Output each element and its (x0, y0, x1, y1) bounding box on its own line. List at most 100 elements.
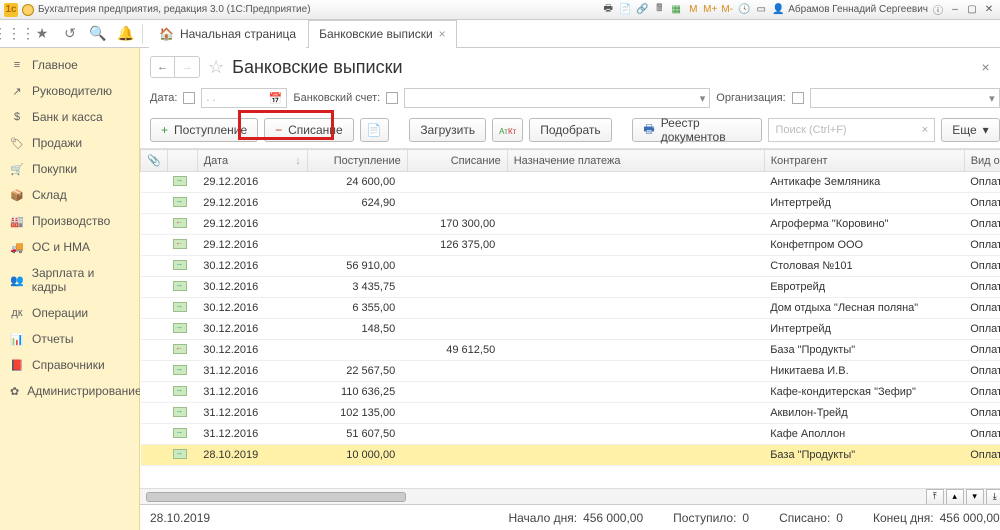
col-op[interactable]: Вид о (964, 150, 1000, 172)
col-attach[interactable]: 📎 (141, 150, 168, 172)
col-purpose[interactable]: Назначение платежа (507, 150, 764, 172)
chevron-down-icon: ▾ (700, 92, 706, 105)
close-window-icon[interactable]: ✕ (982, 3, 996, 17)
dtkt-button[interactable]: АтКт (492, 118, 523, 142)
table-row[interactable]: 31.12.2016102 135,00Аквилон-ТрейдОплат (141, 403, 1000, 424)
table-row[interactable]: 29.12.2016126 375,00Конфетпром ООООплат (141, 235, 1000, 256)
calc-icon[interactable]: 🖩 (652, 3, 666, 17)
cell-contr: Никитаева И.В. (764, 361, 964, 382)
table-row[interactable]: 30.12.201649 612,50База "Продукты"Оплат (141, 340, 1000, 361)
clock-icon[interactable]: 🕓 (737, 3, 751, 17)
sidebar-item-stock[interactable]: 📦Склад (0, 182, 139, 208)
sidebar-item-sales[interactable]: 🏷Продажи (0, 130, 139, 156)
sidebar-item-assets[interactable]: 🚚ОС и НМА (0, 234, 139, 260)
doc-icon (173, 176, 187, 186)
table-row[interactable]: 31.12.201622 567,50Никитаева И.В.Оплат (141, 361, 1000, 382)
date-checkbox[interactable] (183, 92, 195, 104)
search-input[interactable]: Поиск (Ctrl+F)× (768, 118, 935, 142)
sidebar-item-main[interactable]: ≡Главное (0, 52, 139, 78)
scroll-thumb[interactable] (146, 492, 406, 502)
maximize-icon[interactable]: ▢ (965, 3, 979, 17)
nav-back[interactable]: ← (151, 57, 175, 77)
close-page-icon[interactable]: × (982, 59, 990, 75)
cell-purpose (507, 361, 764, 382)
org-select[interactable]: ▾ (810, 88, 1000, 108)
tab-close-icon[interactable]: × (439, 27, 446, 41)
sidebar-item-hr[interactable]: 👥Зарплата и кадры (0, 260, 139, 300)
doc-icon (173, 239, 187, 249)
pick-button[interactable]: Подобрать (529, 118, 611, 142)
sidebar-item-refs[interactable]: 📕Справочники (0, 352, 139, 378)
table-row[interactable]: 29.12.2016624,90ИнтертрейдОплат (141, 193, 1000, 214)
h-scrollbar[interactable]: ⤒ ▴ ▾ ⤓ (140, 488, 1000, 504)
search-icon[interactable]: 🔍 (84, 20, 112, 48)
history-icon[interactable]: ↺ (56, 20, 84, 48)
m-minus-icon[interactable]: M- (720, 3, 734, 17)
sidebar-item-reports[interactable]: 📊Отчеты (0, 326, 139, 352)
table-row[interactable]: 30.12.20163 435,75ЕвротрейдОплат (141, 277, 1000, 298)
info-icon[interactable]: ⓘ (931, 3, 945, 17)
table-row[interactable]: 29.12.201624 600,00Антикафе ЗемляникаОпл… (141, 172, 1000, 193)
save-icon[interactable]: 📄 (618, 3, 632, 17)
print-icon[interactable]: 🖶 (601, 3, 615, 17)
minimize-icon[interactable]: – (948, 3, 962, 17)
org-checkbox[interactable] (792, 92, 804, 104)
more-button[interactable]: Еще▾ (941, 118, 999, 142)
table-row[interactable]: 28.10.201910 000,00База "Продукты"Оплат (141, 445, 1000, 466)
sidebar-item-manager[interactable]: ↗Руководителю (0, 78, 139, 104)
registry-button[interactable]: 🖶Реестр документов (632, 118, 762, 142)
link-icon[interactable]: 🔗 (635, 3, 649, 17)
date-input[interactable]: . .📅 (201, 88, 287, 108)
table-row[interactable]: 31.12.201651 607,50Кафе АполлонОплат (141, 424, 1000, 445)
sidebar-item-admin[interactable]: ✿Администрирование (0, 378, 139, 404)
statements-table[interactable]: 📎 Дата ↓ Поступление Списание Назначение… (140, 149, 1000, 466)
tab-bank-statements[interactable]: Банковские выписки × (308, 20, 457, 48)
cell-purpose (507, 403, 764, 424)
scroll-bottom-button[interactable]: ⤓ (986, 489, 1000, 505)
table-row[interactable]: 29.12.2016170 300,00Агроферма "Коровино"… (141, 214, 1000, 235)
apps-icon[interactable]: ⋮⋮⋮ (0, 20, 28, 48)
add-income-button[interactable]: +Поступление (150, 118, 258, 142)
table-row[interactable]: 31.12.2016110 636,25Кафе-кондитерская "З… (141, 382, 1000, 403)
sidebar-item-ops[interactable]: дкОперации (0, 300, 139, 326)
sidebar-item-buy[interactable]: 🛒Покупки (0, 156, 139, 182)
sidebar-item-prod[interactable]: 🏭Производство (0, 208, 139, 234)
m-plus-icon[interactable]: M+ (703, 3, 717, 17)
nav-fwd[interactable]: → (175, 57, 199, 77)
tab-home[interactable]: 🏠 Начальная страница (149, 20, 306, 48)
col-contr[interactable]: Контрагент (764, 150, 964, 172)
table-row[interactable]: 30.12.2016148,50ИнтертрейдОплат (141, 319, 1000, 340)
separator (142, 24, 143, 44)
table-row[interactable]: 30.12.201656 910,00Столовая №101Оплат (141, 256, 1000, 277)
calendar-icon[interactable]: ▦ (669, 3, 683, 17)
col-date[interactable]: Дата ↓ (197, 150, 307, 172)
cell-date: 30.12.2016 (197, 298, 307, 319)
title-bar: 1c Бухгалтерия предприятия, редакция 3.0… (0, 0, 1000, 20)
calendar-icon[interactable]: 📅 (269, 92, 283, 105)
scroll-top-button[interactable]: ⤒ (926, 489, 944, 505)
app-menu-icon[interactable] (22, 4, 34, 16)
sidebar-item-bank[interactable]: $Банк и касса (0, 104, 139, 130)
col-in[interactable]: Поступление (307, 150, 407, 172)
scroll-down-button[interactable]: ▾ (966, 489, 984, 505)
cell-out (407, 172, 507, 193)
acct-checkbox[interactable] (386, 92, 398, 104)
acct-select[interactable]: ▾ (404, 88, 710, 108)
add-expense-button[interactable]: −Списание (264, 118, 354, 142)
cell-in: 3 435,75 (307, 277, 407, 298)
refresh-button[interactable]: 📄 (360, 118, 389, 142)
clear-icon[interactable]: × (922, 124, 928, 136)
window-icon[interactable]: ▭ (754, 3, 768, 17)
favorite-star-icon[interactable]: ☆ (208, 57, 224, 78)
sidebar-item-label: Продажи (32, 136, 82, 150)
favorite-icon[interactable]: ★ (28, 20, 56, 48)
col-out[interactable]: Списание (407, 150, 507, 172)
scroll-up-button[interactable]: ▴ (946, 489, 964, 505)
table-row[interactable]: 30.12.20166 355,00Дом отдыха "Лесная пол… (141, 298, 1000, 319)
col-icon[interactable] (167, 150, 197, 172)
cell-out: 170 300,00 (407, 214, 507, 235)
m-icon[interactable]: M (686, 3, 700, 17)
filter-row: Дата: . .📅 Банковский счет: ▾ Организаци… (140, 84, 1000, 112)
bell-icon[interactable]: 🔔 (112, 20, 140, 48)
load-button[interactable]: Загрузить (409, 118, 486, 142)
